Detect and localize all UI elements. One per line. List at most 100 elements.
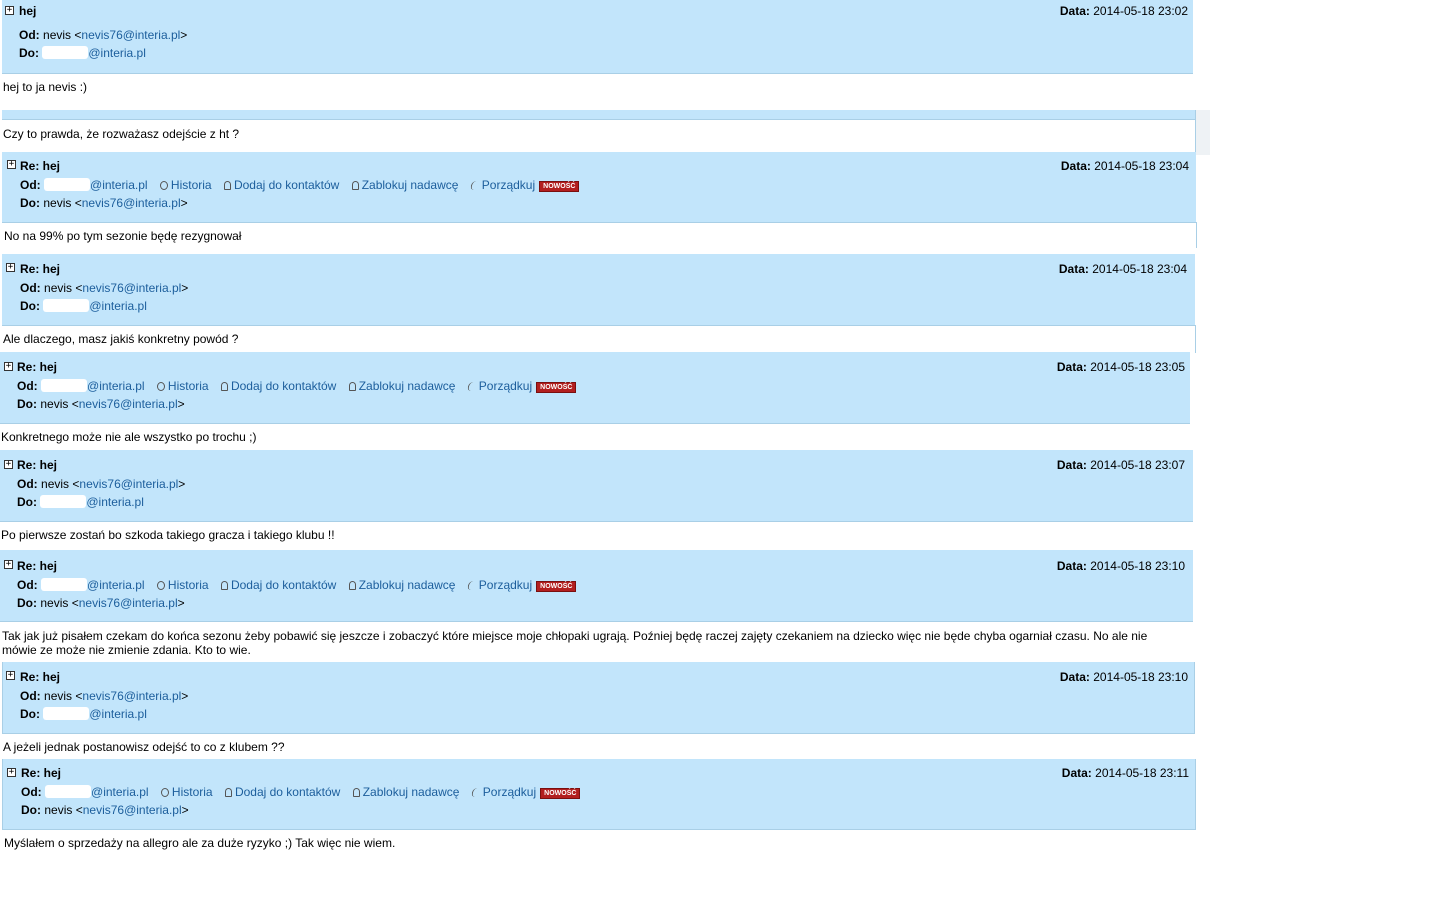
message-date: Data: 2014-05-18 23:02 [1059,4,1188,18]
expand-toggle-icon[interactable]: + [4,362,13,371]
message-body: hej to ja nevis :) [3,80,88,94]
person-block-icon [352,788,360,797]
recipient-email-link[interactable]: @interia.pl [89,707,147,721]
from-line: Od: @interia.pl Historia Dodaj do kontak… [20,177,580,193]
block-sender-link[interactable]: Zablokuj nadawcę [348,379,455,393]
recipient-email-link[interactable]: @interia.pl [86,495,144,509]
message-body: Po pierwsze zostań bo szkoda takiego gra… [1,528,335,542]
organize-link[interactable]: Porządkuj [469,178,535,192]
expand-toggle-icon[interactable]: + [6,263,15,272]
divider [1195,325,1196,353]
organize-link[interactable]: Porządkuj [466,379,532,393]
clock-icon [159,181,168,190]
sender-email-link[interactable]: nevis76@interia.pl [81,28,180,42]
recipient-email-link[interactable]: nevis76@interia.pl [83,803,182,817]
recipient-email-link[interactable]: nevis76@interia.pl [79,596,178,610]
recipient-email-link[interactable]: nevis76@interia.pl [79,397,178,411]
sender-email-link[interactable]: @interia.pl [91,785,149,799]
message-subject: hej [19,4,37,18]
divider [1196,222,1197,248]
block-sender-link[interactable]: Zablokuj nadawcę [348,578,455,592]
message-date: Data: 2014-05-18 23:04 [1060,159,1189,173]
add-contact-link[interactable]: Dodaj do kontaktów [220,578,336,592]
message-subject: Re: hej [17,360,58,374]
history-link[interactable]: Historia [156,578,209,592]
message-header-collapsed [2,110,1195,120]
expand-toggle-icon[interactable]: + [7,768,16,777]
clock-icon [156,581,165,590]
add-contact-link[interactable]: Dodaj do kontaktów [220,379,336,393]
add-contact-link[interactable]: Dodaj do kontaktów [223,178,339,192]
sender-email-link[interactable]: nevis76@interia.pl [82,689,181,703]
message-header: + Re: hej Data: 2014-05-18 23:04 Od: nev… [2,254,1195,326]
redacted-username [42,46,89,59]
new-badge: NOWOŚĆ [540,788,581,799]
new-badge: NOWOŚĆ [539,181,580,192]
sender-email-link[interactable]: nevis76@interia.pl [82,281,181,295]
message-header: + Re: hej Data: 2014-05-18 23:10 Od: @in… [0,550,1193,622]
expand-toggle-icon[interactable]: + [5,6,14,15]
from-line: Od: @interia.pl Historia Dodaj do kontak… [21,784,581,800]
message-date: Data: 2014-05-18 23:04 [1058,262,1187,276]
message-subject: Re: hej [20,262,61,276]
person-block-icon [348,382,356,391]
message-subject: Re: hej [17,458,58,472]
person-block-icon [351,181,359,190]
recipient-email-link[interactable]: nevis76@interia.pl [82,196,181,210]
person-icon [224,788,232,797]
redacted-username [43,707,90,720]
to-line: Do: @interia.pl [20,299,147,313]
message-body: A jeżeli jednak postanowisz odejść to co… [3,740,285,754]
broom-icon [466,382,477,391]
from-line: Od: nevis <nevis76@interia.pl> [20,689,189,703]
broom-icon [469,181,480,190]
message-subject: Re: hej [21,766,62,780]
message-header: + Re: hej Data: 2014-05-18 23:07 Od: nev… [0,450,1193,522]
to-line: Do: @interia.pl [17,495,144,509]
sender-email-link[interactable]: nevis76@interia.pl [79,477,178,491]
block-sender-link[interactable]: Zablokuj nadawcę [352,785,459,799]
message-date: Data: 2014-05-18 23:05 [1056,360,1185,374]
person-icon [220,382,228,391]
from-line: Od: nevis <nevis76@interia.pl> [17,477,186,491]
message-date: Data: 2014-05-18 23:11 [1061,766,1189,780]
recipient-email-link[interactable]: @interia.pl [89,299,147,313]
block-sender-link[interactable]: Zablokuj nadawcę [351,178,458,192]
from-line: Od: nevis <nevis76@interia.pl> [20,281,189,295]
sender-email-link[interactable]: @interia.pl [87,379,145,393]
sender-email-link[interactable]: @interia.pl [87,578,145,592]
message-subject: Re: hej [17,559,58,573]
expand-toggle-icon[interactable]: + [7,160,16,169]
to-line: Do: @interia.pl [19,46,146,60]
clock-icon [156,382,165,391]
sender-email-link[interactable]: @interia.pl [90,178,148,192]
redacted-username [40,495,87,508]
history-link[interactable]: Historia [156,379,209,393]
message-body: Tak jak już pisałem czekam do końca sezo… [2,629,1151,657]
organize-link[interactable]: Porządkuj [470,785,536,799]
to-line: Do: nevis <nevis76@interia.pl> [20,196,188,210]
redacted-username [41,379,88,392]
message-body: Myślałem o sprzedaży na allegro ale za d… [4,836,396,850]
message-body: Czy to prawda, że rozważasz odejście z h… [3,127,240,141]
new-badge: NOWOŚĆ [536,382,577,393]
history-link[interactable]: Historia [159,178,212,192]
from-line: Od: @interia.pl Historia Dodaj do kontak… [17,378,577,394]
to-line: Do: nevis <nevis76@interia.pl> [17,397,185,411]
recipient-email-link[interactable]: @interia.pl [88,46,146,60]
history-link[interactable]: Historia [160,785,213,799]
organize-link[interactable]: Porządkuj [466,578,532,592]
expand-toggle-icon[interactable]: + [4,460,13,469]
expand-toggle-icon[interactable]: + [6,671,15,680]
new-badge: NOWOŚĆ [536,581,577,592]
expand-toggle-icon[interactable]: + [4,560,13,569]
add-contact-link[interactable]: Dodaj do kontaktów [224,785,340,799]
redacted-username [41,578,88,591]
message-body: Ale dlaczego, masz jakiś konkretny powód… [3,332,239,346]
message-date: Data: 2014-05-18 23:10 [1059,670,1188,684]
broom-icon [470,788,481,797]
to-line: Do: nevis <nevis76@interia.pl> [21,803,189,817]
message-subject: Re: hej [20,159,61,173]
broom-icon [466,581,477,590]
message-header: + Re: hej Data: 2014-05-18 23:11 Od: @in… [2,759,1196,830]
